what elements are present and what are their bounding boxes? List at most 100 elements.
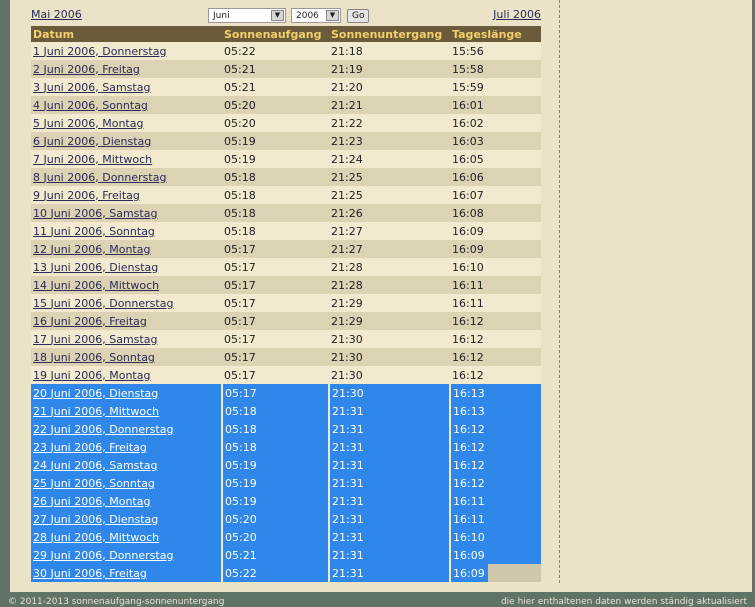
- table-row: 30 Juni 2006, Freitag 05:22 21:31 16:09: [31, 564, 541, 582]
- date-link[interactable]: 6 Juni 2006, Dienstag: [33, 135, 151, 148]
- day-length-cell: 16:03: [450, 132, 541, 150]
- date-cell: 7 Juni 2006, Mittwoch: [31, 150, 222, 168]
- sunset-cell: 21:30: [329, 384, 451, 402]
- date-link[interactable]: 4 Juni 2006, Sonntag: [33, 99, 148, 112]
- page-content: Mai 2006 Juni ▼ 2006 ▼ Go Juli 2006 Datu…: [10, 0, 752, 592]
- date-link[interactable]: 19 Juni 2006, Montag: [33, 369, 150, 382]
- day-length-cell: 16:10: [450, 528, 541, 546]
- date-link[interactable]: 2 Juni 2006, Freitag: [33, 63, 140, 76]
- day-length-cell: 15:58: [450, 60, 541, 78]
- day-length-cell: 16:12: [450, 474, 541, 492]
- date-link[interactable]: 9 Juni 2006, Freitag: [33, 189, 140, 202]
- column-header-day-length: Tageslänge: [450, 26, 541, 42]
- day-length-cell: 16:11: [450, 492, 541, 510]
- sunrise-cell: 05:17: [222, 348, 329, 366]
- sunrise-cell: 05:21: [222, 78, 329, 96]
- go-button[interactable]: Go: [347, 9, 370, 23]
- date-link[interactable]: 30 Juni 2006, Freitag: [33, 567, 147, 580]
- sunset-cell: 21:22: [329, 114, 450, 132]
- date-link[interactable]: 14 Juni 2006, Mittwoch: [33, 279, 159, 292]
- day-length-cell: 16:08: [450, 204, 541, 222]
- sunset-cell: 21:23: [329, 132, 450, 150]
- sunset-cell: 21:30: [329, 330, 450, 348]
- date-link[interactable]: 24 Juni 2006, Samstag: [33, 459, 157, 472]
- date-link[interactable]: 8 Juni 2006, Donnerstag: [33, 171, 166, 184]
- sunrise-cell: 05:19: [222, 456, 330, 474]
- date-link[interactable]: 20 Juni 2006, Dienstag: [33, 387, 158, 400]
- date-link[interactable]: 5 Juni 2006, Montag: [33, 117, 143, 130]
- sunset-cell: 21:25: [329, 186, 450, 204]
- previous-month-link[interactable]: Mai 2006: [31, 8, 82, 21]
- date-link[interactable]: 12 Juni 2006, Montag: [33, 243, 150, 256]
- chevron-down-icon[interactable]: ▼: [271, 10, 284, 21]
- day-length-cell: 16:12: [450, 438, 541, 456]
- table-row: 6 Juni 2006, Dienstag 05:19 21:23 16:03: [31, 132, 541, 150]
- date-link[interactable]: 28 Juni 2006, Mittwoch: [33, 531, 159, 544]
- date-link[interactable]: 11 Juni 2006, Sonntag: [33, 225, 155, 238]
- date-link[interactable]: 15 Juni 2006, Donnerstag: [33, 297, 173, 310]
- sunrise-cell: 05:18: [222, 186, 329, 204]
- date-cell: 23 Juni 2006, Freitag: [31, 438, 223, 456]
- date-cell: 6 Juni 2006, Dienstag: [31, 132, 222, 150]
- sunrise-cell: 05:22: [222, 42, 329, 60]
- date-cell: 4 Juni 2006, Sonntag: [31, 96, 222, 114]
- table-row: 17 Juni 2006, Samstag 05:17 21:30 16:12: [31, 330, 541, 348]
- day-length-cell: 16:12: [450, 330, 541, 348]
- sunrise-cell: 05:20: [222, 528, 330, 546]
- chevron-down-icon[interactable]: ▼: [326, 10, 339, 21]
- table-row: 8 Juni 2006, Donnerstag 05:18 21:25 16:06: [31, 168, 541, 186]
- sunset-cell: 21:30: [329, 348, 450, 366]
- date-link[interactable]: 25 Juni 2006, Sonntag: [33, 477, 155, 490]
- date-link[interactable]: 23 Juni 2006, Freitag: [33, 441, 147, 454]
- date-cell: 9 Juni 2006, Freitag: [31, 186, 222, 204]
- day-length-cell: 16:12: [450, 456, 541, 474]
- date-cell: 26 Juni 2006, Montag: [31, 492, 223, 510]
- day-length-cell: 16:09: [450, 240, 541, 258]
- date-link[interactable]: 7 Juni 2006, Mittwoch: [33, 153, 152, 166]
- date-link[interactable]: 10 Juni 2006, Samstag: [33, 207, 157, 220]
- year-select[interactable]: 2006 ▼: [291, 8, 341, 23]
- month-select[interactable]: Juni ▼: [208, 8, 286, 23]
- sunset-cell: 21:31: [329, 402, 451, 420]
- column-header-date: Datum: [31, 26, 222, 42]
- table-row: 20 Juni 2006, Dienstag 05:17 21:30 16:13: [31, 384, 541, 402]
- date-link[interactable]: 21 Juni 2006, Mittwoch: [33, 405, 159, 418]
- table-row: 22 Juni 2006, Donnerstag 05:18 21:31 16:12: [31, 420, 541, 438]
- sunrise-cell: 05:18: [222, 402, 330, 420]
- day-length-cell: 16:11: [450, 294, 541, 312]
- date-link[interactable]: 3 Juni 2006, Samstag: [33, 81, 150, 94]
- date-link[interactable]: 27 Juni 2006, Dienstag: [33, 513, 158, 526]
- date-link[interactable]: 18 Juni 2006, Sonntag: [33, 351, 155, 364]
- sunset-cell: 21:20: [329, 78, 450, 96]
- date-link[interactable]: 17 Juni 2006, Samstag: [33, 333, 157, 346]
- sunset-cell: 21:31: [329, 510, 451, 528]
- sunset-cell: 21:24: [329, 150, 450, 168]
- day-length-cell: 16:13: [450, 384, 541, 402]
- table-row: 25 Juni 2006, Sonntag 05:19 21:31 16:12: [31, 474, 541, 492]
- sunset-cell: 21:31: [329, 438, 451, 456]
- table-row: 15 Juni 2006, Donnerstag 05:17 21:29 16:11: [31, 294, 541, 312]
- sunset-cell: 21:29: [329, 312, 450, 330]
- date-link[interactable]: 26 Juni 2006, Montag: [33, 495, 150, 508]
- sunrise-cell: 05:18: [222, 204, 329, 222]
- date-link[interactable]: 22 Juni 2006, Donnerstag: [33, 423, 173, 436]
- sun-times-table: Datum Sonnenaufgang Sonnenuntergang Tage…: [31, 26, 541, 582]
- table-header-row: Datum Sonnenaufgang Sonnenuntergang Tage…: [31, 26, 541, 42]
- day-length-cell: 16:12: [450, 312, 541, 330]
- table-row: 10 Juni 2006, Samstag 05:18 21:26 16:08: [31, 204, 541, 222]
- day-length-cell: 16:07: [450, 186, 541, 204]
- next-month-link[interactable]: Juli 2006: [493, 8, 541, 21]
- sunset-cell: 21:30: [329, 366, 450, 384]
- sunset-cell: 21:31: [329, 420, 451, 438]
- date-link[interactable]: 29 Juni 2006, Donnerstag: [33, 549, 173, 562]
- date-cell: 27 Juni 2006, Dienstag: [31, 510, 223, 528]
- date-link[interactable]: 13 Juni 2006, Dienstag: [33, 261, 158, 274]
- table-row: 14 Juni 2006, Mittwoch 05:17 21:28 16:11: [31, 276, 541, 294]
- date-cell: 20 Juni 2006, Dienstag: [31, 384, 223, 402]
- table-row: 19 Juni 2006, Montag 05:17 21:30 16:12: [31, 366, 541, 384]
- table-row: 5 Juni 2006, Montag 05:20 21:22 16:02: [31, 114, 541, 132]
- table-row: 3 Juni 2006, Samstag 05:21 21:20 15:59: [31, 78, 541, 96]
- date-link[interactable]: 1 Juni 2006, Donnerstag: [33, 45, 166, 58]
- day-length-cell: 16:09: [450, 546, 541, 564]
- date-link[interactable]: 16 Juni 2006, Freitag: [33, 315, 147, 328]
